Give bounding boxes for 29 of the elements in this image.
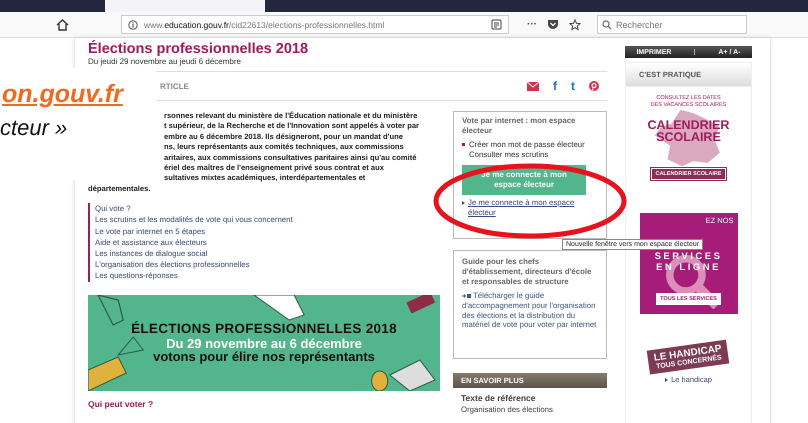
url-text: www.education.gouv.fr/cid22613/elections-professionnelles.html <box>144 20 386 30</box>
services-text: EN LIGNE <box>656 262 721 273</box>
election-banner[interactable]: ÉLECTIONS PROFESSIONNELLES 2018 Du 29 novembre au 6 décembre votons pour élire nos représentants <box>88 294 440 391</box>
address-bar[interactable]: www.education.gouv.fr/cid22613/elections-professionnelles.html <box>121 15 509 34</box>
download-icon <box>462 293 471 299</box>
pocket-icon[interactable] <box>547 19 559 30</box>
banner-slogan: votons pour élire nos représentants <box>153 349 375 364</box>
caret-icon <box>665 378 668 382</box>
search-icon <box>602 20 612 30</box>
reference-title: Texte de référence <box>461 393 536 403</box>
section-heading: Qui peut voter ? <box>88 398 154 409</box>
reader-icon[interactable] <box>491 19 502 30</box>
home-icon[interactable] <box>56 18 69 30</box>
info-icon[interactable] <box>128 20 138 30</box>
page-title: Élections professionnelles 2018 <box>88 41 310 57</box>
search-field[interactable]: Rechercher <box>597 15 747 34</box>
banner-title: ÉLECTIONS PROFESSIONNELLES 2018 <box>131 321 397 336</box>
banner-dates: Du 29 novembre au 6 décembre <box>166 336 362 352</box>
caret-icon <box>462 201 465 205</box>
bullet-icon <box>462 143 465 146</box>
overlay-caption: cteur » <box>0 115 68 141</box>
section-label: RTICLE <box>160 82 189 90</box>
share-link[interactable]: f <box>553 79 557 93</box>
share-link[interactable]: t <box>571 79 575 93</box>
services-text: SERVICES <box>654 251 722 262</box>
pin-icon[interactable] <box>589 81 599 91</box>
star-icon[interactable] <box>569 18 581 30</box>
more-button[interactable]: ··· <box>527 19 537 30</box>
mail-icon[interactable] <box>527 82 539 90</box>
